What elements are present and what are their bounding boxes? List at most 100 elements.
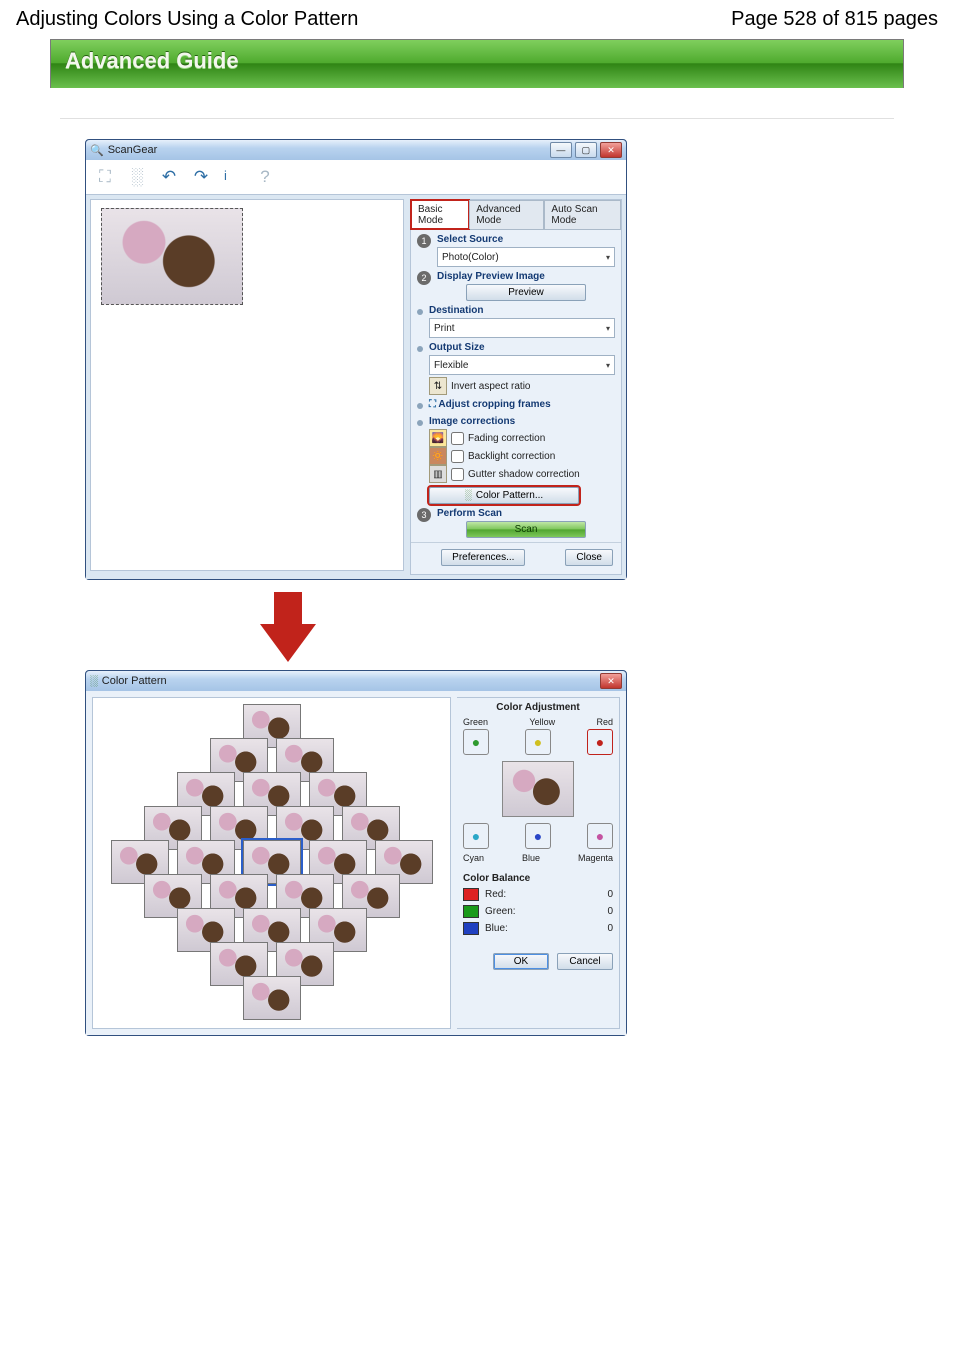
preview-area bbox=[90, 199, 404, 571]
gutter-icon: ▥ bbox=[429, 465, 447, 483]
axis-green-label: Green bbox=[463, 717, 488, 727]
blue-swatch-icon bbox=[463, 922, 479, 935]
bullet-icon bbox=[417, 420, 423, 426]
help-icon[interactable]: ? bbox=[252, 164, 278, 190]
output-size-dropdown[interactable]: Flexible ▾ bbox=[429, 355, 615, 375]
rotate-left-icon[interactable]: ↶ bbox=[156, 164, 182, 190]
magenta-swatch[interactable]: ● bbox=[587, 823, 613, 849]
invert-aspect-ratio-label: Invert aspect ratio bbox=[451, 381, 530, 392]
fading-checkbox[interactable] bbox=[451, 432, 464, 445]
tab-advanced-mode[interactable]: Advanced Mode bbox=[469, 200, 544, 229]
multi-crop-icon[interactable]: ░ bbox=[124, 164, 150, 190]
page-header: Adjusting Colors Using a Color Pattern P… bbox=[0, 0, 954, 35]
variant-thumb[interactable] bbox=[243, 976, 301, 1020]
red-swatch-icon bbox=[463, 888, 479, 901]
divider bbox=[60, 118, 894, 119]
axis-yellow-label: Yellow bbox=[529, 717, 555, 727]
step-1-icon: 1 bbox=[417, 234, 431, 248]
balance-red-value: 0 bbox=[531, 889, 613, 900]
tab-auto-scan-mode[interactable]: Auto Scan Mode bbox=[544, 200, 621, 229]
axis-red-label: Red bbox=[596, 717, 613, 727]
axis-magenta-label: Magenta bbox=[578, 853, 613, 863]
gutter-label: Gutter shadow correction bbox=[468, 469, 580, 480]
backlight-checkbox[interactable] bbox=[451, 450, 464, 463]
cyan-swatch[interactable]: ● bbox=[463, 823, 489, 849]
yellow-swatch[interactable]: ● bbox=[525, 729, 551, 755]
rotate-right-icon[interactable]: ↷ bbox=[188, 164, 214, 190]
adjust-cropping-link[interactable]: Adjust cropping frames bbox=[438, 399, 550, 410]
color-adjustment-title: Color Adjustment bbox=[463, 702, 613, 713]
balance-green-label: Green: bbox=[485, 906, 525, 917]
image-corrections-label: Image corrections bbox=[429, 416, 615, 427]
color-adjustment-panel: Color Adjustment Green Yellow Red ● ● ● … bbox=[457, 697, 620, 1029]
color-pattern-title: Color Pattern bbox=[102, 675, 167, 687]
select-source-dropdown[interactable]: Photo(Color) ▾ bbox=[437, 247, 615, 267]
close-button[interactable]: Close bbox=[565, 549, 613, 566]
axis-blue-label: Blue bbox=[522, 853, 540, 863]
aspect-ratio-icon[interactable]: ⇅ bbox=[429, 377, 447, 395]
balance-blue-value: 0 bbox=[531, 923, 613, 934]
select-source-value: Photo(Color) bbox=[442, 252, 499, 263]
select-source-label: Select Source bbox=[437, 234, 615, 245]
bullet-icon bbox=[417, 309, 423, 315]
destination-value: Print bbox=[434, 323, 455, 334]
step-2-icon: 2 bbox=[417, 271, 431, 285]
close-icon[interactable]: ✕ bbox=[600, 673, 622, 689]
color-pattern-app-icon: ░ bbox=[90, 675, 98, 687]
scangear-toolbar: ⛶ ░ ↶ ↷ i ? bbox=[86, 160, 626, 195]
chevron-down-icon: ▾ bbox=[606, 324, 610, 333]
scangear-title: ScanGear bbox=[108, 144, 158, 156]
backlight-label: Backlight correction bbox=[468, 451, 555, 462]
cancel-button[interactable]: Cancel bbox=[557, 953, 613, 970]
step-3-icon: 3 bbox=[417, 508, 431, 522]
preview-button[interactable]: Preview bbox=[466, 284, 586, 301]
fading-label: Fading correction bbox=[468, 433, 545, 444]
green-swatch[interactable]: ● bbox=[463, 729, 489, 755]
fading-icon: 🌄 bbox=[429, 429, 447, 447]
settings-panel: Basic Mode Advanced Mode Auto Scan Mode … bbox=[410, 199, 622, 575]
page-header-left: Adjusting Colors Using a Color Pattern bbox=[16, 8, 358, 31]
minimize-icon[interactable]: — bbox=[550, 142, 572, 158]
crop-frames-icon: ⛶ bbox=[429, 399, 436, 410]
green-swatch-icon bbox=[463, 905, 479, 918]
color-pattern-icon: ░ bbox=[465, 490, 472, 501]
axis-cyan-label: Cyan bbox=[463, 853, 484, 863]
bullet-icon bbox=[417, 403, 423, 409]
balance-green-value: 0 bbox=[531, 906, 613, 917]
chevron-down-icon: ▾ bbox=[606, 361, 610, 370]
color-pattern-button[interactable]: ░ Color Pattern... bbox=[429, 487, 579, 504]
info-icon[interactable]: i bbox=[220, 164, 246, 190]
maximize-icon[interactable]: ▢ bbox=[575, 142, 597, 158]
balance-red-label: Red: bbox=[485, 889, 525, 900]
crop-tool-icon[interactable]: ⛶ bbox=[92, 164, 118, 190]
down-arrow-icon bbox=[260, 624, 316, 662]
destination-label: Destination bbox=[429, 305, 615, 316]
banner-title: Advanced Guide bbox=[65, 48, 889, 74]
bullet-icon bbox=[417, 346, 423, 352]
preview-thumbnail[interactable] bbox=[101, 208, 243, 305]
backlight-icon: 🔅 bbox=[429, 447, 447, 465]
tab-basic-mode[interactable]: Basic Mode bbox=[411, 200, 469, 229]
scangear-app-icon: 🔍 bbox=[90, 144, 104, 157]
close-icon[interactable]: ✕ bbox=[600, 142, 622, 158]
display-preview-label: Display Preview Image bbox=[437, 271, 615, 282]
adjustment-preview bbox=[502, 761, 574, 817]
ok-button[interactable]: OK bbox=[493, 953, 549, 970]
color-pattern-dialog: ░ Color Pattern ✕ Color Adjustment Green… bbox=[85, 670, 627, 1036]
destination-dropdown[interactable]: Print ▾ bbox=[429, 318, 615, 338]
gutter-checkbox[interactable] bbox=[451, 468, 464, 481]
red-swatch[interactable]: ● bbox=[587, 729, 613, 755]
balance-blue-label: Blue: bbox=[485, 923, 525, 934]
perform-scan-label: Perform Scan bbox=[437, 508, 615, 519]
scangear-titlebar: 🔍 ScanGear — ▢ ✕ bbox=[86, 140, 626, 160]
preferences-button[interactable]: Preferences... bbox=[441, 549, 525, 566]
color-pattern-titlebar: ░ Color Pattern ✕ bbox=[86, 671, 626, 691]
mode-tabs: Basic Mode Advanced Mode Auto Scan Mode bbox=[411, 200, 621, 230]
color-balance-title: Color Balance bbox=[463, 873, 613, 884]
scangear-window: 🔍 ScanGear — ▢ ✕ ⛶ ░ ↶ ↷ i ? Basic Mode … bbox=[85, 139, 627, 580]
advanced-guide-banner: Advanced Guide bbox=[50, 39, 904, 88]
page-header-right: Page 528 of 815 pages bbox=[731, 8, 938, 31]
output-size-value: Flexible bbox=[434, 360, 468, 371]
scan-button[interactable]: Scan bbox=[466, 521, 586, 538]
blue-swatch[interactable]: ● bbox=[525, 823, 551, 849]
